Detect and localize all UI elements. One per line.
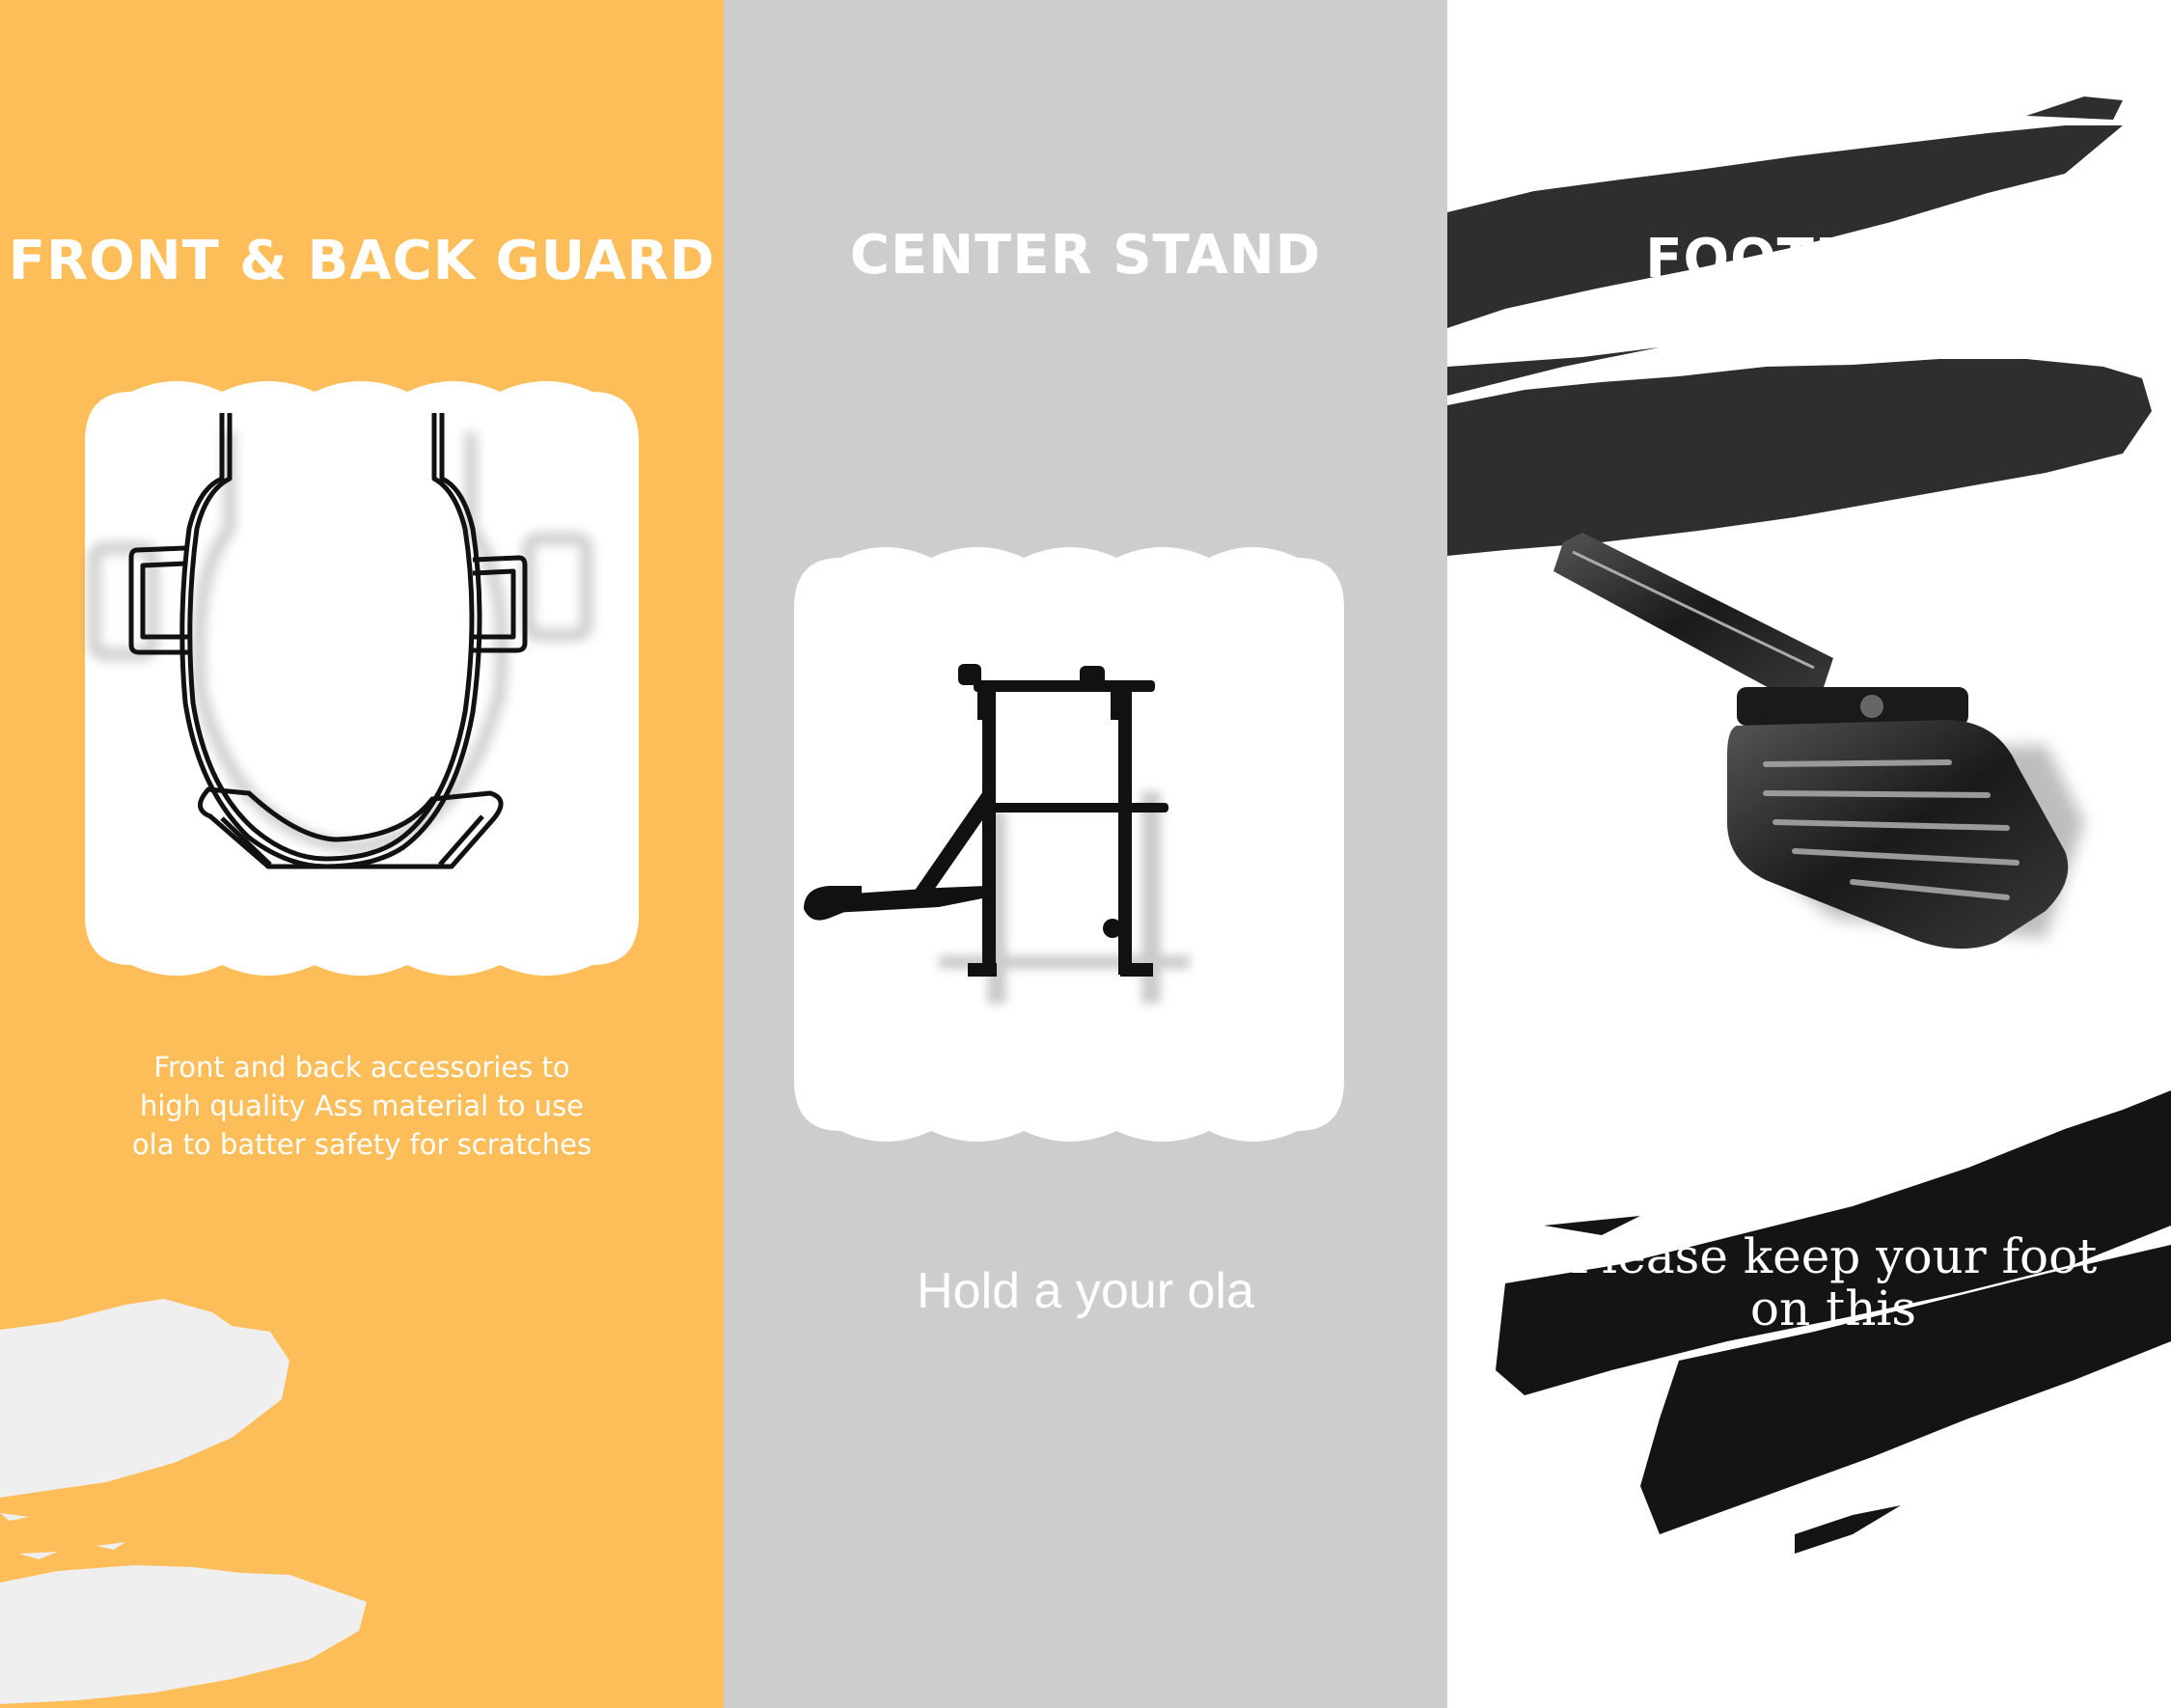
front-back-guard-photo <box>85 381 639 976</box>
description-line: high quality Ass material to use <box>139 1089 585 1122</box>
panel-title: FOOTREST <box>1645 228 1973 290</box>
panel-front-back-guard: FRONT & BACK GUARD Front and back access… <box>0 0 724 1708</box>
panel-title: CENTER STAND <box>849 224 1322 287</box>
panel-center-stand: CENTER STAND Hold a your ola <box>724 0 1447 1708</box>
caption-line: on this <box>1749 1281 1917 1336</box>
panel-footrest: FOOTREST Please keep your foot on this <box>1447 0 2171 1708</box>
brush-stroke-decoration <box>1447 96 2152 556</box>
caption-line: Please keep your foot <box>1569 1228 2098 1284</box>
center-stand-photo <box>794 547 1344 1142</box>
description-line: Front and back accessories to <box>153 1051 570 1084</box>
brush-stroke-decoration <box>0 1299 367 1704</box>
brochure-page: { "colors": { "panel1": "#FDBE5A", "pane… <box>0 0 2171 1708</box>
description-line: ola to batter safety for scratches <box>131 1128 592 1161</box>
footrest-photo <box>1553 533 2084 950</box>
panel-description: Front and back accessories to high quali… <box>0 1048 724 1164</box>
panel-caption: Please keep your foot on this <box>1505 1230 2161 1335</box>
panel-caption: Hold a your ola <box>917 1263 1254 1319</box>
panel-title: FRONT & BACK GUARD <box>8 230 716 292</box>
